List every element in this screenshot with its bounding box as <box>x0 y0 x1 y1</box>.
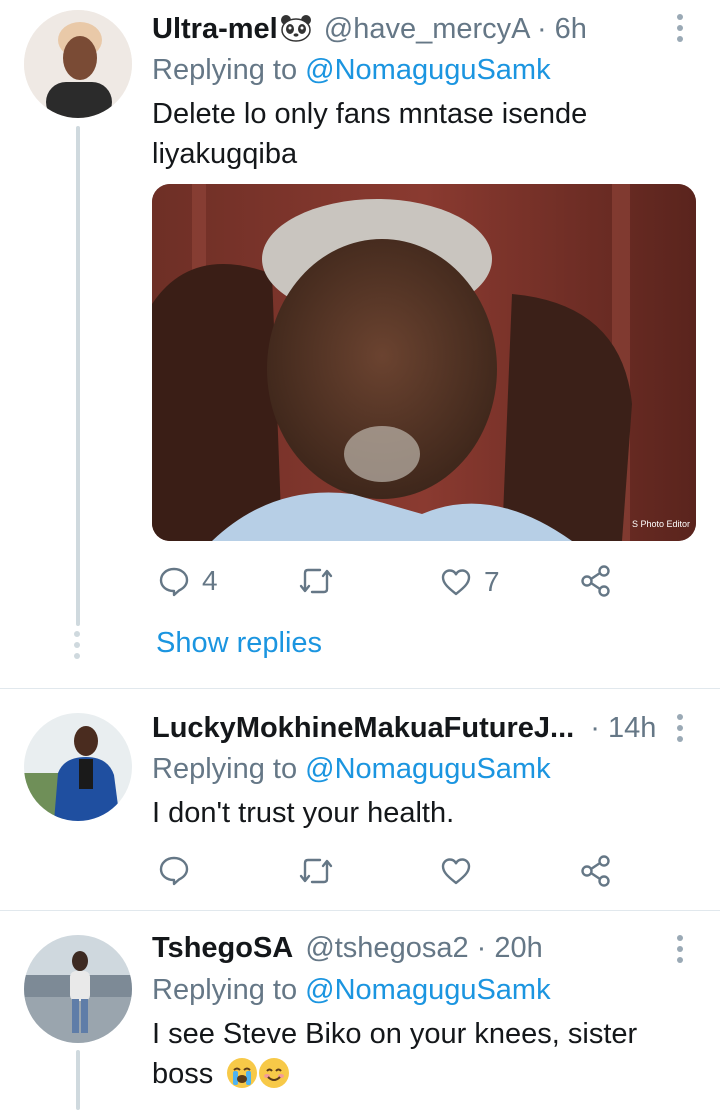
timestamp[interactable]: · 14h <box>590 712 656 744</box>
display-name[interactable]: Ultra-mel <box>152 13 278 45</box>
thread-line <box>76 126 80 626</box>
like-button[interactable] <box>440 856 472 886</box>
replying-prefix: Replying to <box>152 54 298 86</box>
share-button[interactable] <box>580 564 612 598</box>
tweet-photo[interactable]: S Photo Editor <box>152 184 696 541</box>
display-name[interactable]: LuckyMokhineMakuaFutureJ... <box>152 712 574 744</box>
replying-prefix: Replying to <box>152 753 298 785</box>
show-replies-link[interactable]: Show replies <box>156 627 322 660</box>
divider <box>0 910 720 911</box>
reply-count: 4 <box>202 565 218 596</box>
reply-icon <box>159 856 189 886</box>
panda-emoji <box>280 14 312 42</box>
retweet-icon <box>299 568 333 594</box>
avatar[interactable] <box>24 10 132 118</box>
show-replies-dots <box>74 631 80 659</box>
display-name[interactable]: TshegoSA <box>152 932 293 964</box>
more-icon[interactable] <box>676 14 684 47</box>
tweet-text-block: I see Steve Biko on your knees, sister b… <box>152 1014 662 1094</box>
retweet-button[interactable] <box>298 566 334 596</box>
crying-emoji <box>227 1058 258 1088</box>
tweet-header: Ultra-mel @have_mercyA · 6h <box>152 12 587 46</box>
like-button[interactable]: 7 <box>440 566 500 598</box>
tweet-header: LuckyMokhineMakuaFutureJ... · 14h <box>152 711 656 745</box>
smiling-emoji <box>259 1058 290 1088</box>
divider <box>0 688 720 689</box>
timestamp[interactable]: · 20h <box>477 932 543 964</box>
share-icon <box>581 565 610 597</box>
timestamp[interactable]: · 6h <box>537 13 587 45</box>
handle[interactable]: @tshegosa2 <box>305 932 468 964</box>
handle[interactable]: @have_mercyA <box>324 13 529 45</box>
replying-prefix: Replying to <box>152 974 298 1006</box>
mention-link[interactable]: @NomaguguSamk <box>305 753 550 785</box>
like-count: 7 <box>484 566 500 597</box>
share-icon <box>581 855 610 887</box>
replying-to: Replying to @NomaguguSamk <box>152 752 551 786</box>
tweet-header: TshegoSA @tshegosa2 · 20h <box>152 931 543 965</box>
like-icon <box>441 858 471 885</box>
photo-watermark: S Photo Editor <box>632 519 690 529</box>
reply-button[interactable] <box>158 854 190 886</box>
avatar[interactable] <box>24 935 132 1043</box>
tweet-text: I don't trust your health. <box>152 797 455 829</box>
avatar[interactable] <box>24 713 132 821</box>
thread-line <box>76 1050 80 1110</box>
more-icon[interactable] <box>676 714 684 747</box>
more-icon[interactable] <box>676 935 684 968</box>
mention-link[interactable]: @NomaguguSamk <box>305 54 550 86</box>
retweet-icon <box>299 858 333 884</box>
reply-icon <box>159 567 189 597</box>
replying-to: Replying to @NomaguguSamk <box>152 53 551 87</box>
mention-link[interactable]: @NomaguguSamk <box>305 974 550 1006</box>
tweet-text: I see Steve Biko on your knees, sister b… <box>152 1018 638 1090</box>
tweet-text: Delete lo only fans mntase isende liyaku… <box>152 98 588 170</box>
retweet-button[interactable] <box>298 856 334 886</box>
reply-button[interactable]: 4 <box>158 565 218 597</box>
replying-to: Replying to @NomaguguSamk <box>152 973 551 1007</box>
share-button[interactable] <box>580 854 612 888</box>
like-icon <box>441 569 471 596</box>
